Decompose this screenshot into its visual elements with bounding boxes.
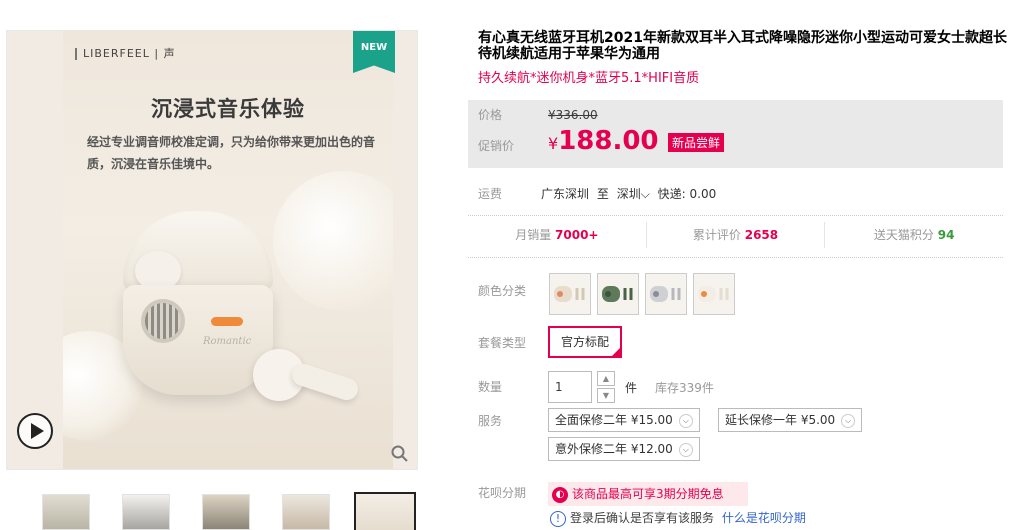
installment-help-link[interactable]: 什么是花呗分期 (722, 511, 806, 525)
chevron-down-icon[interactable]: ⌵ (641, 187, 650, 201)
color-swatch-beige[interactable] (549, 273, 591, 315)
total-reviews[interactable]: 累计评价 2658 (647, 222, 826, 248)
zoom-icon[interactable] (391, 445, 409, 463)
service-option-3[interactable]: 意外保修二年 ¥12.00 ⌵ (548, 437, 700, 461)
divider (468, 257, 1003, 258)
play-video-icon[interactable] (17, 413, 53, 449)
qty-decrease-button[interactable]: ▼ (597, 388, 615, 403)
thumbnail-3[interactable] (202, 494, 250, 530)
service-option-1[interactable]: 全面保修二年 ¥15.00 ⌵ (548, 408, 700, 432)
qty-unit: 件 (625, 381, 638, 395)
image-subtext: 经过专业调音师校准定调，只为给你带来更加出色的音质，沉浸在音乐佳境中。 (87, 135, 376, 171)
sale-price: ¥188.00 (548, 126, 659, 156)
flower-decoration (273, 171, 393, 311)
price-box: 价格 ¥336.00 促销价 ¥188.00 新品尝鲜 (468, 100, 1003, 168)
thumbnail-5-selected[interactable] (354, 492, 416, 530)
color-swatch-green[interactable] (597, 273, 639, 315)
stock-text: 库存339件 (655, 381, 714, 395)
qty-label: 数量 (478, 380, 503, 394)
monthly-sales: 月销量 7000+ (468, 222, 647, 248)
product-title: 有心真无线蓝牙耳机2021年新款双耳半入耳式降噪隐形迷你小型运动可爱女士款超长待… (478, 30, 1007, 62)
qty-increase-button[interactable]: ▲ (597, 371, 615, 386)
quantity-input[interactable]: 1 (548, 371, 592, 403)
color-swatch-gray[interactable] (645, 273, 687, 315)
original-price: ¥336.00 (548, 108, 598, 122)
sale-price-label: 促销价 (478, 139, 515, 153)
chevron-down-icon: ⌵ (841, 413, 856, 428)
led-indicator (211, 317, 243, 326)
price-label: 价格 (478, 108, 503, 122)
promo-tag: 新品尝鲜 (668, 133, 725, 152)
thumbnail-1[interactable] (42, 494, 90, 530)
product-subtitle: 持久续航*迷你机身*蓝牙5.1*HIFI音质 (478, 71, 700, 86)
package-option-selected[interactable]: 官方标配 (548, 326, 622, 358)
shipping-info: 广东深圳 至 深圳⌵ 快递: 0.00 (541, 185, 716, 202)
divider (468, 215, 1003, 216)
thumbnail-4[interactable] (282, 494, 330, 530)
thumbnail-strip (42, 490, 422, 530)
color-swatch-white[interactable] (693, 273, 735, 315)
thumbnail-2[interactable] (122, 494, 170, 530)
shipping-label: 运费 (478, 187, 503, 201)
stats-bar: 月销量 7000+ 累计评价 2658 送天猫积分 94 (468, 222, 1003, 248)
huabei-icon: ◐ (552, 486, 568, 503)
chevron-down-icon: ⌵ (678, 442, 693, 457)
image-headline: 沉浸式音乐体验 (151, 97, 305, 121)
speaker-grill-icon (141, 299, 185, 343)
color-label: 颜色分类 (478, 284, 527, 298)
package-label: 套餐类型 (478, 336, 527, 350)
installment-promo[interactable]: ◐ 该商品最高可享3期分期免息 (548, 482, 748, 506)
case-script: Romantic (203, 336, 252, 347)
shipping-method: 快递: 0.00 (657, 187, 717, 201)
service-option-2[interactable]: 延长保修一年 ¥5.00 ⌵ (718, 408, 863, 432)
brand-logo: LIBERFEEL | 声 (75, 45, 176, 61)
earbud (253, 349, 363, 411)
product-gallery: LIBERFEEL | 声 沉浸式音乐体验 经过专业调音师校准定调，只为给你带来… (6, 30, 418, 470)
info-icon: ! (550, 510, 566, 527)
service-label: 服务 (478, 414, 503, 428)
login-note: ! 登录后确认是否享有该服务 什么是花呗分期 (550, 509, 806, 527)
main-product-image[interactable]: LIBERFEEL | 声 沉浸式音乐体验 经过专业调音师校准定调，只为给你带来… (63, 31, 393, 469)
chevron-down-icon: ⌵ (678, 413, 693, 428)
shipping-from: 广东深圳 (541, 187, 590, 201)
shipping-destination[interactable]: 深圳 (617, 187, 641, 201)
tmall-points: 送天猫积分 94 (873, 228, 955, 242)
shipping-to-word: 至 (596, 187, 609, 201)
earbuds-case: Romantic (123, 211, 273, 421)
installment-label: 花呗分期 (478, 486, 527, 500)
